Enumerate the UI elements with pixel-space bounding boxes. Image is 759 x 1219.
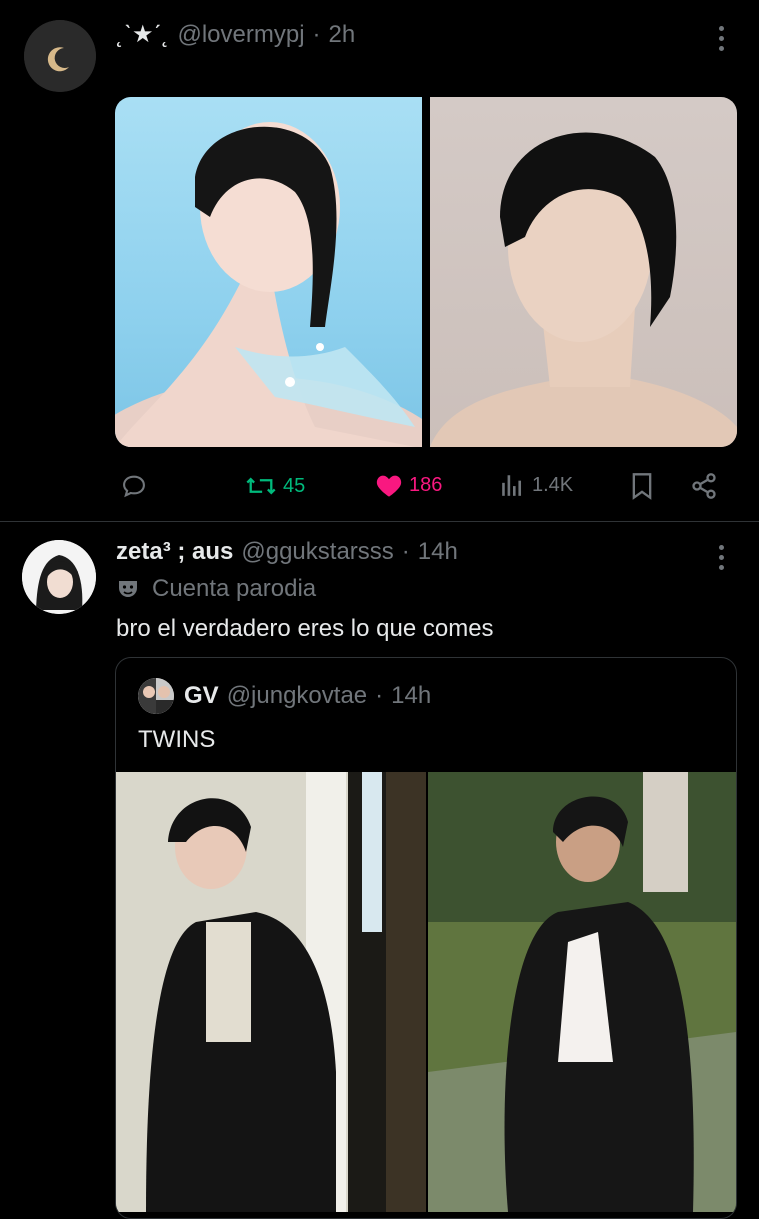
bookmark-icon [632,473,652,500]
quote-image-right[interactable] [428,772,736,1212]
quote-timestamp[interactable]: 14h [391,682,431,710]
views-count: 1.4K [532,473,574,496]
quote-display-name[interactable]: GV [184,682,219,710]
share-button[interactable] [690,472,718,505]
retweet-count: 45 [283,474,306,497]
quote-image-left[interactable] [116,772,426,1212]
views-button[interactable]: 1.4K [500,472,573,498]
more-options-button[interactable] [718,545,724,570]
retweet-button[interactable]: 45 [245,472,305,500]
quote-handle[interactable]: @jungkovtae [227,682,367,710]
reply-icon [123,475,145,498]
separator: · [312,20,321,48]
reply-button[interactable] [120,472,154,500]
post-image-left[interactable] [115,97,422,447]
handle[interactable]: @lovermypj [177,21,304,49]
more-options-button[interactable] [718,26,724,51]
like-button[interactable]: 186 [375,472,442,498]
separator: · [401,538,410,565]
bookmark-button[interactable] [630,472,654,505]
avatar[interactable] [22,540,96,614]
post-image-right[interactable] [430,97,737,447]
quote-text: TWINS [138,726,216,753]
timestamp[interactable]: 14h [418,538,458,566]
timestamp[interactable]: 2h [329,21,356,49]
divider [0,521,759,522]
display-name[interactable]: zeta³ ; aus [116,538,233,566]
heart-icon [376,475,402,497]
retweet-icon [246,477,276,495]
avatar[interactable] [138,678,174,714]
parody-label: Cuenta parodia [152,575,317,602]
analytics-icon [502,475,522,496]
parody-mask-icon [119,581,137,597]
quote-tweet-card[interactable]: GV @jungkovtae · 14h TWINS [115,657,737,1219]
tweet-text: bro el verdadero eres lo que comes [116,615,494,642]
share-icon [692,473,716,499]
separator: · [375,682,384,709]
crescent-moon-icon [24,20,96,92]
avatar[interactable] [24,20,96,92]
display-name[interactable]: ˛ˋ★ˊ˛ [116,20,169,49]
handle[interactable]: @ggukstarsss [241,538,393,566]
like-count: 186 [409,473,443,496]
